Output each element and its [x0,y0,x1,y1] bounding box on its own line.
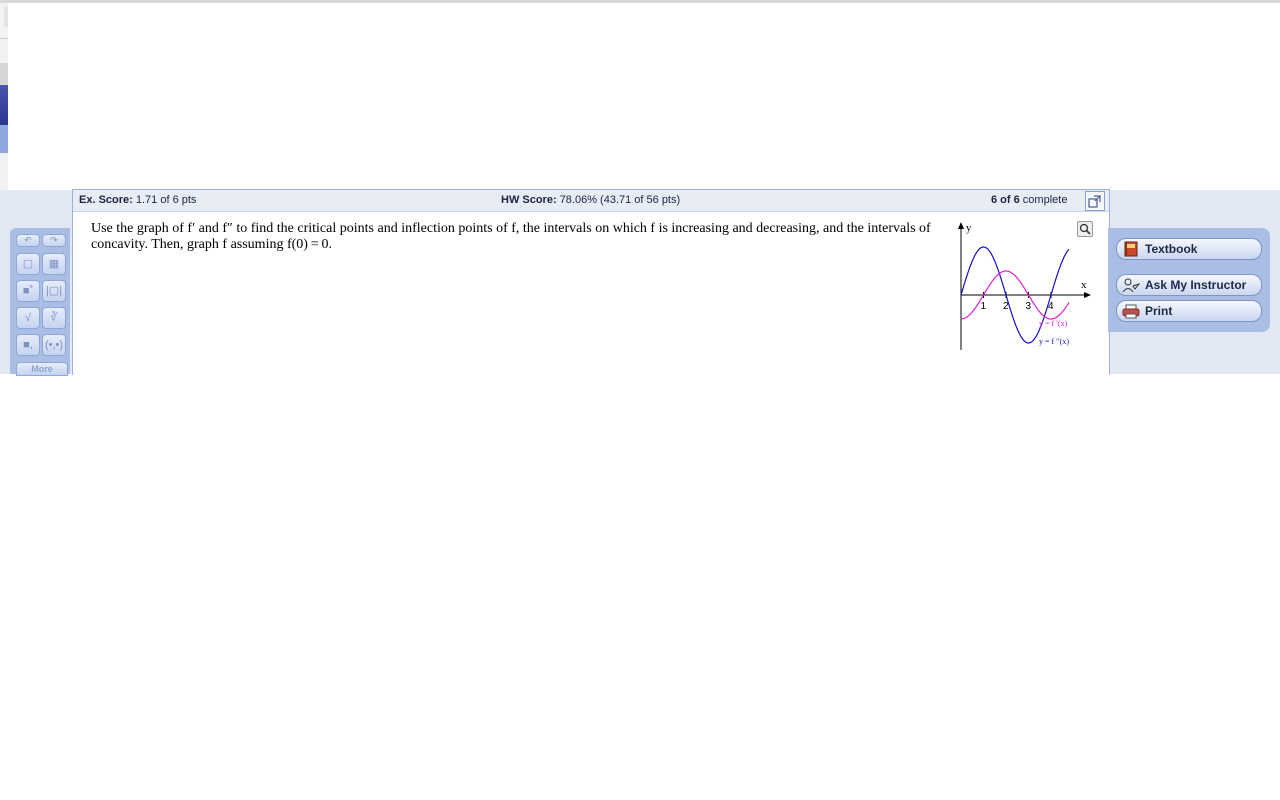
printer-icon [1122,304,1140,319]
interval-icon[interactable]: (•,•) [42,334,66,356]
math-palette: ↶ ↷ ▢ ▦ ■˚ |▢| √ ∛ ■, (•,•) More [10,228,70,376]
textbook-button[interactable]: Textbook [1116,238,1262,260]
magnifier-icon [1079,223,1091,235]
expand-window-button[interactable] [1085,191,1105,211]
y-axis-label: y [966,222,972,234]
square-root-icon[interactable]: √ [16,307,40,329]
print-button[interactable]: Print [1116,300,1262,322]
f-double-prime-label: y = f ′′(x) [1039,337,1069,346]
f-prime-label: y = f ′(x) [1039,319,1068,328]
nth-root-icon[interactable]: ∛ [42,307,66,329]
score-bar: Ex. Score: 1.71 of 6 pts HW Score: 78.06… [73,190,1109,212]
x-axis-arrow [1084,292,1091,298]
ask-instructor-button[interactable]: Ask My Instructor [1116,274,1262,296]
zoom-graph-button[interactable] [1077,221,1093,237]
tools-panel: Textbook Ask My Instructor Print [1108,228,1270,332]
question-panel: Ex. Score: 1.71 of 6 pts HW Score: 78.06… [72,189,1110,375]
left-window-edge [0,3,8,190]
more-button[interactable]: More [16,362,68,376]
fraction-icon[interactable]: ▢ [16,253,40,275]
mixed-fraction-icon[interactable]: ▦ [42,253,66,275]
homework-score: HW Score: 78.06% (43.71 of 56 pts) [501,194,681,206]
subscript-icon[interactable]: ■, [16,334,40,356]
expand-icon [1088,195,1101,208]
instructor-icon [1122,278,1140,293]
exponent-icon[interactable]: ■˚ [16,280,40,302]
absolute-value-icon[interactable]: |▢| [42,280,66,302]
x-axis-label: x [1081,279,1087,291]
x-tick-label: 1 [981,301,987,312]
question-text: Use the graph of f′ and f″ to find the c… [91,221,931,252]
x-tick-label: 3 [1026,301,1032,312]
redo-icon[interactable]: ↷ [42,234,66,247]
question-progress: 6 of 6 complete [991,194,1068,206]
browser-top-border [0,0,1280,3]
derivative-graph: y x 1234 y = f ′(x) y = f ′′(x) [958,222,1091,350]
exercise-score: Ex. Score: 1.71 of 6 pts [79,194,197,206]
y-axis-arrow [958,222,964,229]
book-icon [1124,241,1138,257]
undo-icon[interactable]: ↶ [16,234,40,247]
